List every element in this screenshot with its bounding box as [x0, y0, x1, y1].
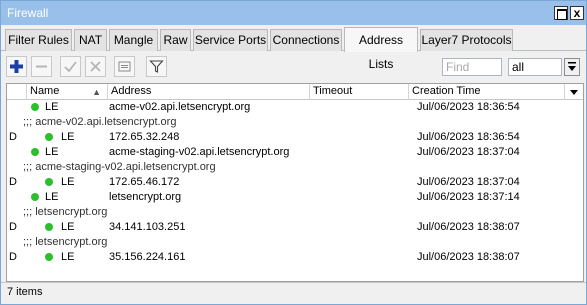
row-address: 172.65.46.172	[109, 176, 180, 188]
item-count: 7 items	[7, 286, 43, 298]
add-button[interactable]	[6, 56, 27, 77]
row-address: letsencrypt.org	[109, 191, 182, 203]
row-flag: D	[9, 131, 17, 143]
column-header-timeout[interactable]: Timeout	[310, 84, 409, 100]
filter-select[interactable]: all	[508, 58, 562, 76]
row-address: 34.141.103.251	[109, 221, 186, 233]
table-row[interactable]: D LE 34.141.103.251 Jul/06/2023 18:38:07	[7, 220, 583, 235]
find-input[interactable]: Find	[442, 58, 502, 76]
tab-mangle[interactable]: Mangle	[109, 29, 158, 51]
row-address: 35.156.224.161	[109, 251, 186, 263]
row-comment: ;;; letsencrypt.org	[23, 236, 108, 248]
comment-row[interactable]: ;;; letsencrypt.org	[7, 235, 583, 250]
enabled-dot-icon	[45, 133, 53, 141]
row-name: LE	[61, 176, 75, 188]
tab-connections[interactable]: Connections	[270, 29, 342, 51]
tab-filter-rules[interactable]: Filter Rules	[5, 29, 72, 51]
row-flag: D	[9, 176, 17, 188]
chevron-down-icon	[568, 62, 576, 71]
row-creation-time: Jul/06/2023 18:37:04	[417, 176, 520, 188]
enable-icon	[64, 61, 77, 73]
table-row[interactable]: D LE 172.65.46.172 Jul/06/2023 18:37:04	[7, 175, 583, 190]
column-header-name[interactable]: Name ▲	[27, 84, 108, 100]
column-header-name-label: Name	[30, 85, 60, 97]
tab-layer7-protocols[interactable]: Layer7 Protocols	[420, 29, 513, 51]
enable-button[interactable]	[60, 56, 81, 77]
enabled-dot-icon	[45, 253, 53, 261]
address-list-table: Name ▲ Address Timeout Creation Time LE …	[6, 83, 584, 282]
comment-button[interactable]	[114, 56, 135, 77]
status-bar: 7 items	[1, 282, 586, 302]
maximize-button[interactable]	[554, 6, 568, 20]
disable-button[interactable]	[85, 56, 106, 77]
row-creation-time: Jul/06/2023 18:37:14	[417, 191, 520, 203]
column-header-address[interactable]: Address	[108, 84, 310, 100]
remove-button[interactable]	[31, 56, 52, 77]
row-comment: ;;; acme-staging-v02.api.letsencrypt.org	[23, 161, 216, 173]
filter-select-dropdown-button[interactable]	[564, 58, 580, 76]
enabled-dot-icon	[45, 223, 53, 231]
row-name: LE	[61, 221, 75, 233]
table-row[interactable]: LE acme-staging-v02.api.letsencrypt.org …	[7, 145, 583, 160]
table-header: Name ▲ Address Timeout Creation Time	[7, 84, 583, 100]
comment-row[interactable]: ;;; acme-staging-v02.api.letsencrypt.org	[7, 160, 583, 175]
tab-service-ports[interactable]: Service Ports	[193, 29, 268, 51]
row-address: acme-staging-v02.api.letsencrypt.org	[109, 146, 290, 158]
row-name: LE	[61, 131, 75, 143]
column-chooser-button[interactable]	[567, 85, 581, 99]
row-creation-time: Jul/06/2023 18:38:07	[417, 221, 520, 233]
enabled-dot-icon	[31, 148, 39, 156]
enabled-dot-icon	[45, 178, 53, 186]
tab-address-lists[interactable]: Address Lists	[344, 27, 418, 71]
row-flag: D	[9, 251, 17, 263]
column-header-flag[interactable]	[7, 84, 27, 100]
close-button[interactable]: x	[570, 6, 584, 20]
row-creation-time: Jul/06/2023 18:36:54	[417, 131, 520, 143]
table-row[interactable]: D LE 35.156.224.161 Jul/06/2023 18:38:07	[7, 250, 583, 265]
chevron-down-icon	[570, 90, 578, 95]
disable-icon	[90, 61, 101, 72]
filter-button[interactable]	[146, 56, 167, 77]
table-row[interactable]: LE acme-v02.api.letsencrypt.org Jul/06/2…	[7, 100, 583, 115]
row-name: LE	[61, 251, 75, 263]
column-header-creation-time[interactable]: Creation Time	[409, 84, 565, 100]
table-row[interactable]: D LE 172.65.32.248 Jul/06/2023 18:36:54	[7, 130, 583, 145]
row-creation-time: Jul/06/2023 18:37:04	[417, 146, 520, 158]
window-title: Firewall	[7, 6, 49, 20]
row-creation-time: Jul/06/2023 18:36:54	[417, 101, 520, 113]
toolbar: Find all	[1, 53, 586, 81]
enabled-dot-icon	[31, 193, 39, 201]
tab-raw[interactable]: Raw	[160, 29, 191, 51]
row-comment: ;;; acme-v02.api.letsencrypt.org	[23, 116, 177, 128]
comment-row[interactable]: ;;; acme-v02.api.letsencrypt.org	[7, 115, 583, 130]
tab-nat[interactable]: NAT	[74, 29, 107, 51]
row-comment: ;;; letsencrypt.org	[23, 206, 108, 218]
row-address: 172.65.32.248	[109, 131, 180, 143]
add-icon	[10, 60, 23, 73]
row-creation-time: Jul/06/2023 18:38:07	[417, 251, 520, 263]
row-flag: D	[9, 221, 17, 233]
tab-bar: Filter Rules NAT Mangle Raw Service Port…	[1, 27, 586, 71]
firewall-window: Firewall x Filter Rules NAT Mangle Raw S…	[0, 0, 587, 305]
table-row[interactable]: LE letsencrypt.org Jul/06/2023 18:37:14	[7, 190, 583, 205]
row-name: LE	[45, 191, 59, 203]
enabled-dot-icon	[31, 103, 39, 111]
filter-icon	[149, 60, 164, 73]
remove-icon	[36, 65, 47, 68]
comment-row[interactable]: ;;; letsencrypt.org	[7, 205, 583, 220]
row-address: acme-v02.api.letsencrypt.org	[109, 101, 251, 113]
comment-icon	[118, 61, 131, 72]
sort-up-icon: ▲	[92, 87, 101, 97]
row-name: LE	[45, 146, 59, 158]
row-name: LE	[45, 101, 59, 113]
title-bar[interactable]: Firewall x	[1, 1, 586, 25]
